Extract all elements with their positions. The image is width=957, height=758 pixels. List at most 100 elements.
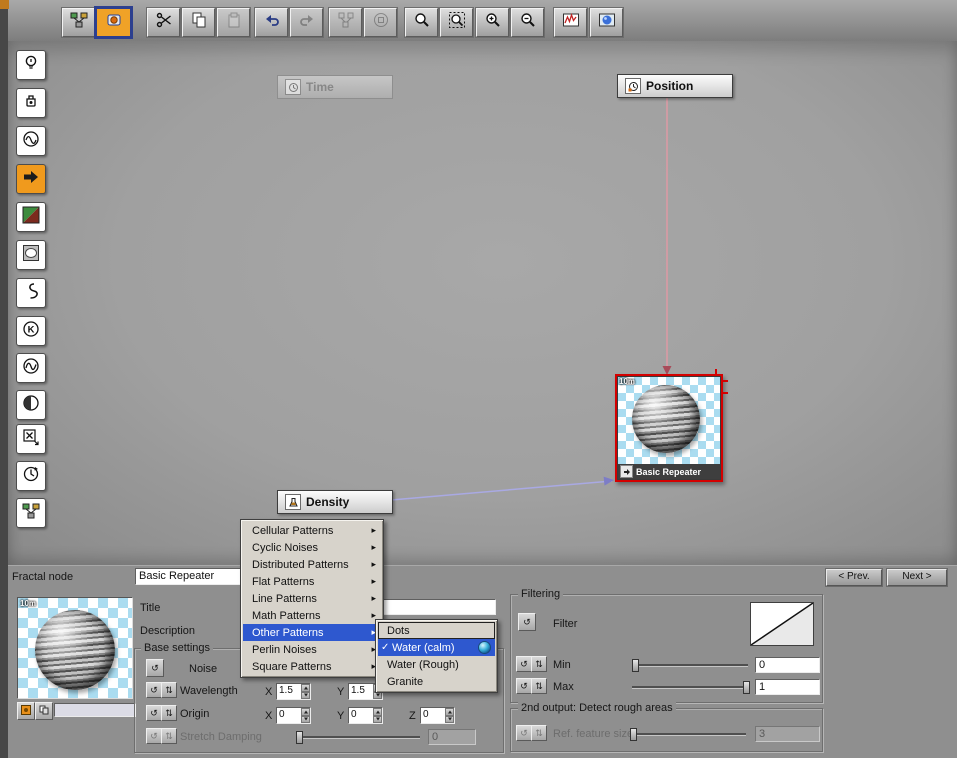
gradient-icon [21,205,41,230]
wavelength-animate-button[interactable]: ⇅ [161,682,177,698]
max-slider[interactable] [632,686,748,688]
selection-tick [723,392,728,394]
submenu-item-water-rough[interactable]: Water (Rough) [378,656,495,673]
variable-node-button[interactable] [16,424,46,454]
stretch-animate-button[interactable]: ⇅ [161,728,177,744]
paste-button[interactable] [217,8,250,37]
window-left-edge [0,0,8,758]
menu-item-square-patterns[interactable]: Square Patterns ▸ [243,658,381,675]
gradient-node-button[interactable] [16,202,46,232]
submenu-item-granite[interactable]: Granite [378,673,495,690]
node-large-preview[interactable]: 10m [17,597,133,699]
submenu-item-dots[interactable]: Dots [378,622,495,639]
spinner-arrows[interactable] [301,684,310,699]
sine-node-button[interactable] [16,353,46,383]
selection-tick [723,380,728,382]
wavelength-publish-button[interactable]: ↺ [146,682,162,698]
max-value-field[interactable]: 1 [755,679,820,695]
menu-item-distributed-patterns[interactable]: Distributed Patterns ▸ [243,556,381,573]
stretch-damping-value-field[interactable]: 0 [428,729,476,745]
copy-button[interactable] [182,8,215,37]
max-slider-handle[interactable] [743,681,750,694]
preview-mode-button[interactable] [17,702,35,720]
min-slider-handle[interactable] [632,659,639,672]
rotation-node-button[interactable] [16,461,46,491]
undo-button[interactable] [255,8,288,37]
new-function-button[interactable] [96,8,131,37]
curve-preview-button[interactable] [554,8,587,37]
animate-icon: ⇅ [535,727,543,738]
origin-publish-button[interactable]: ↺ [146,705,162,721]
wave-node-button[interactable] [16,126,46,156]
ref-animate-button[interactable]: ⇅ [531,725,547,741]
menu-item-other-patterns[interactable]: Other Patterns ▸ [243,624,381,641]
cut-button[interactable] [147,8,180,37]
zoom-region-button[interactable] [440,8,473,37]
origin-x-spinner[interactable]: 0 [276,707,311,724]
sphere-preview-button[interactable] [590,8,623,37]
prev-button[interactable]: < Prev. [826,569,882,586]
node-basic-repeater[interactable]: 10m Basic Repeater [615,369,728,482]
material-node-button[interactable] [16,88,46,118]
ref-publish-button[interactable]: ↺ [516,725,532,741]
submenu-item-water-calm[interactable]: ✓ Water (calm) [378,639,495,656]
origin-y-spinner[interactable]: 0 [348,707,383,724]
menu-item-flat-patterns[interactable]: Flat Patterns ▸ [243,573,381,590]
filter-publish-button[interactable]: ↺ [518,613,536,631]
node-time[interactable]: Time [277,75,393,99]
noise-publish-button[interactable]: ↺ [146,659,164,677]
ref-feature-size-value-field[interactable]: 3 [755,726,820,742]
min-value-field[interactable]: 0 [755,657,820,673]
light-node-button[interactable] [16,50,46,80]
redo-button[interactable] [290,8,323,37]
zoom-out-button[interactable] [511,8,544,37]
menu-item-math-patterns[interactable]: Math Patterns ▸ [243,607,381,624]
spinner-arrows[interactable] [373,708,382,723]
expand-nodes-button[interactable] [364,8,397,37]
publish-icon: ↺ [520,680,528,691]
menu-item-cellular-patterns[interactable]: Cellular Patterns ▸ [243,522,381,539]
input-node-button[interactable] [16,164,46,194]
preview-value-field[interactable] [54,703,136,717]
stretch-publish-button[interactable]: ↺ [146,728,162,744]
stretch-damping-slider[interactable] [296,736,420,738]
menu-item-line-patterns[interactable]: Line Patterns ▸ [243,590,381,607]
node-name-field[interactable]: Basic Repeater [135,568,255,585]
node-graph-icon [70,11,88,34]
zoom-in-button[interactable] [476,8,509,37]
ref-feature-size-slider-handle[interactable] [630,728,637,741]
animate-icon: ⇅ [165,707,173,718]
menu-item-perlin-noises[interactable]: Perlin Noises ▸ [243,641,381,658]
min-publish-button[interactable]: ↺ [516,656,532,672]
min-slider[interactable] [632,664,748,666]
node-position[interactable]: Position [617,74,733,98]
origin-z-spinner[interactable]: 0 [420,707,455,724]
max-publish-button[interactable]: ↺ [516,678,532,694]
fractal-sphere-preview [35,610,115,690]
curve-node-button[interactable] [16,278,46,308]
node-density[interactable]: Density [277,490,393,514]
spinner-arrows[interactable] [301,708,310,723]
min-animate-button[interactable]: ⇅ [531,656,547,672]
node-overview-button[interactable] [62,8,95,37]
spinner-arrows[interactable] [445,708,454,723]
origin-animate-button[interactable]: ⇅ [161,705,177,721]
ref-feature-size-slider[interactable] [630,733,746,735]
network-node-button[interactable] [16,498,46,528]
other-patterns-submenu: Dots ✓ Water (calm) Water (Rough) Granite [375,619,498,693]
group-nodes-button[interactable] [329,8,362,37]
node-graph-canvas[interactable] [8,41,957,565]
menu-item-cyclic-noises[interactable]: Cyclic Noises ▸ [243,539,381,556]
preview-copy-button[interactable] [35,702,53,720]
zoom-tool-button[interactable] [405,8,438,37]
group-nodes-icon [337,11,355,34]
constant-node-button[interactable]: K [16,316,46,346]
blob-node-button[interactable] [16,240,46,270]
selection-tick [715,369,717,374]
wavelength-x-spinner[interactable]: 1.5 [276,683,311,700]
next-button[interactable]: Next > [887,569,947,586]
max-animate-button[interactable]: ⇅ [531,678,547,694]
filter-curve-thumbnail[interactable] [750,602,814,646]
mask-node-button[interactable] [16,390,46,420]
stretch-damping-slider-handle[interactable] [296,731,303,744]
